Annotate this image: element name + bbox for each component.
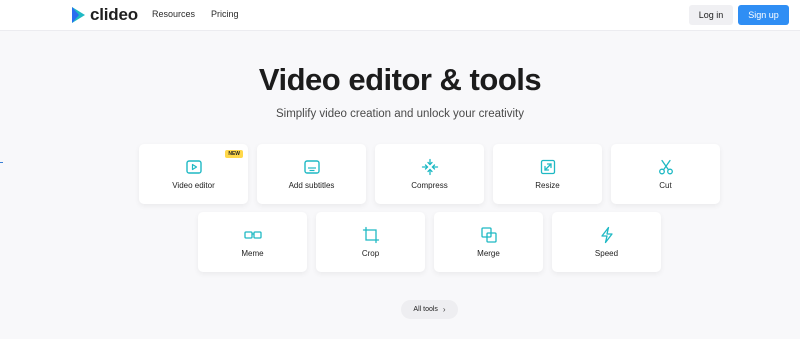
tool-card-video-editor[interactable]: NEW Video editor	[139, 144, 248, 204]
tool-card-meme[interactable]: Meme	[198, 212, 307, 272]
nav-resources-link[interactable]: Resources	[152, 9, 195, 19]
tool-card-resize[interactable]: Resize	[493, 144, 602, 204]
nav-pricing-link[interactable]: Pricing	[211, 9, 239, 19]
page-subtitle: Simplify video creation and unlock your …	[275, 108, 524, 120]
tool-label: Meme	[241, 249, 264, 258]
lightning-icon	[600, 226, 613, 244]
compress-icon	[421, 158, 438, 176]
tool-label: Add subtitles	[288, 181, 335, 190]
tool-label: Merge	[477, 249, 500, 258]
tool-card-crop[interactable]: Crop	[316, 212, 425, 272]
all-tools-label: All tools	[413, 306, 438, 313]
logo-text: clideo	[90, 5, 138, 24]
chevron-right-icon: ›	[442, 305, 446, 314]
signup-button[interactable]: Sign up	[738, 5, 789, 25]
tool-label: Speed	[594, 249, 619, 258]
tool-card-add-subtitles[interactable]: Add subtitles	[257, 144, 366, 204]
meme-icon	[243, 231, 262, 239]
tool-label: Resize	[535, 181, 560, 190]
logo-play-icon	[72, 7, 85, 23]
tool-label: Video editor	[172, 181, 215, 190]
resize-icon	[540, 159, 555, 175]
tool-label: Crop	[361, 249, 380, 258]
tool-card-cut[interactable]: Cut	[611, 144, 720, 204]
tool-card-speed[interactable]: Speed	[552, 212, 661, 272]
subtitles-icon	[303, 160, 320, 174]
play-square-icon	[185, 160, 202, 174]
tool-label: Compress	[411, 181, 448, 190]
login-button[interactable]: Log in	[689, 5, 733, 25]
clideo-logo[interactable]: clideo	[70, 5, 138, 25]
merge-icon	[480, 227, 497, 243]
top-header: clideo Resources Pricing Log in Sign up	[0, 0, 800, 31]
edge-marker	[0, 162, 3, 163]
page-title: Video editor & tools	[258, 62, 542, 97]
new-badge: NEW	[225, 150, 243, 158]
all-tools-button[interactable]: All tools ›	[401, 300, 458, 319]
scissors-icon	[658, 159, 673, 175]
tool-card-compress[interactable]: Compress	[375, 144, 484, 204]
crop-icon	[362, 226, 379, 244]
tool-label: Cut	[659, 181, 672, 190]
tool-card-merge[interactable]: Merge	[434, 212, 543, 272]
